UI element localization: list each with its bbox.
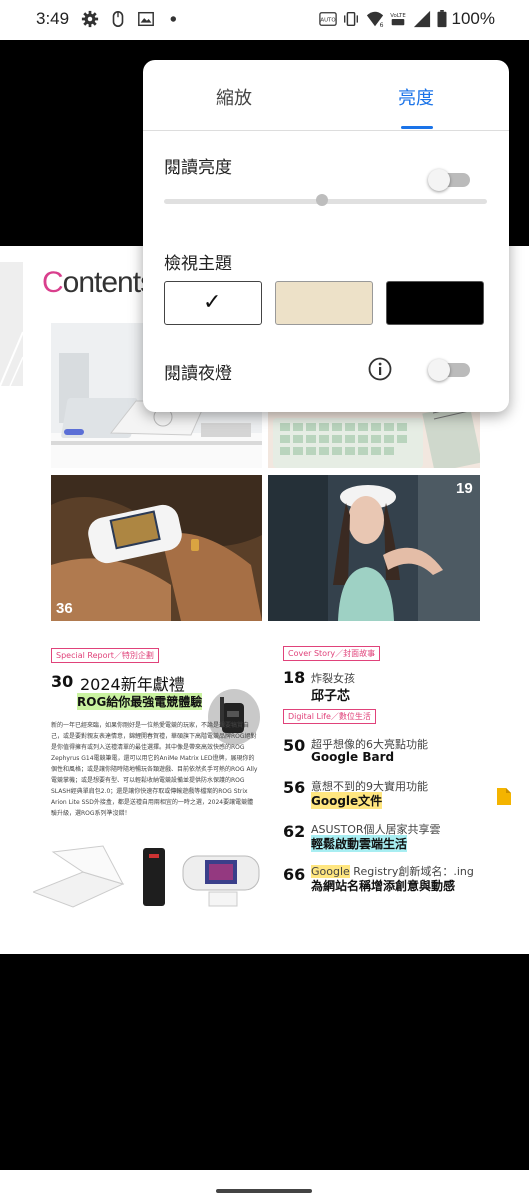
theme-black[interactable] bbox=[386, 281, 484, 325]
toc-number-62: 62 bbox=[283, 822, 306, 841]
gear-icon bbox=[81, 10, 99, 28]
vibrate-icon bbox=[344, 11, 358, 27]
svg-text:6: 6 bbox=[380, 22, 384, 28]
theme-label: 檢視主題 bbox=[164, 254, 232, 274]
cover-title: 邱子芯 bbox=[311, 689, 351, 704]
toc-title-62: 輕鬆啟動雲端生活 bbox=[311, 835, 408, 852]
toc-number-66: 66 bbox=[283, 865, 306, 884]
page-side-graphic bbox=[0, 262, 24, 387]
home-gesture-pill[interactable] bbox=[216, 1189, 312, 1193]
bottom-black-area bbox=[0, 954, 529, 1200]
volte-icon: VoLTE bbox=[390, 13, 406, 26]
gesture-nav-bar bbox=[0, 1170, 529, 1200]
toc-title-66: 為網站名稱增添創意與動感 bbox=[311, 879, 456, 893]
left-article-number: 30 bbox=[51, 672, 74, 691]
contents-title: Contents bbox=[42, 266, 155, 299]
theme-white[interactable]: ✓ bbox=[164, 281, 262, 325]
signal-icon bbox=[413, 10, 431, 28]
left-article-body: 新的一年已經來臨，如果你剛好是一位熱愛電競的玩家，不論是想要犒賞自己，或是要對親… bbox=[51, 722, 258, 817]
document-icon[interactable] bbox=[497, 788, 511, 805]
cover-story-tag: Cover Story／封面故事 bbox=[283, 646, 381, 661]
tab-brightness[interactable]: 亮度 bbox=[398, 84, 434, 110]
night-light-label: 閱讀夜燈 bbox=[164, 364, 232, 384]
svg-text:AUTO: AUTO bbox=[320, 18, 335, 24]
tab-selected-indicator bbox=[401, 126, 433, 129]
dot-icon bbox=[170, 16, 176, 22]
photo-cover-girl: 19 bbox=[268, 475, 480, 621]
tab-divider bbox=[143, 130, 509, 131]
status-bar: 3:49 AUTO 6 VoLTE 100% bbox=[0, 0, 529, 40]
page-badge-36: 36 bbox=[56, 600, 73, 617]
brightness-slider-thumb[interactable] bbox=[316, 194, 329, 206]
left-article-title: 2024新年獻禮 bbox=[80, 675, 185, 694]
toc-number-50: 50 bbox=[283, 736, 306, 755]
toc-title-56: Google文件 bbox=[311, 792, 383, 809]
battery-icon bbox=[437, 10, 447, 28]
products-strip bbox=[31, 842, 263, 912]
wifi-icon: 6 bbox=[366, 11, 384, 28]
theme-sepia[interactable] bbox=[275, 281, 373, 325]
special-report-tag: Special Report／特別企劃 bbox=[51, 648, 159, 663]
mouse-icon bbox=[112, 10, 124, 28]
battery-percent: 100% bbox=[451, 9, 495, 28]
digital-life-tag: Digital Life／數位生活 bbox=[283, 709, 376, 724]
info-icon[interactable] bbox=[368, 357, 392, 381]
auto-brightness-toggle[interactable] bbox=[428, 169, 472, 191]
brightness-label: 閱讀亮度 bbox=[164, 158, 232, 178]
page-badge-19: 19 bbox=[456, 480, 473, 497]
toc-number-56: 56 bbox=[283, 778, 306, 797]
toc-title-50: Google Bard bbox=[311, 750, 395, 764]
photo-rog-ally: 36 bbox=[51, 475, 262, 621]
auto-hd-icon: AUTO bbox=[319, 12, 337, 26]
svg-text:VoLTE: VoLTE bbox=[390, 13, 406, 19]
cover-number: 18 bbox=[283, 668, 306, 687]
image-icon bbox=[138, 11, 154, 27]
status-time: 3:49 bbox=[36, 9, 70, 28]
reader-settings-dialog: 縮放 亮度 閱讀亮度 檢視主題 ✓ 閱讀夜燈 bbox=[143, 60, 509, 412]
night-light-toggle[interactable] bbox=[428, 359, 472, 381]
theme-selected-check-icon: ✓ bbox=[203, 290, 222, 315]
tab-zoom[interactable]: 縮放 bbox=[216, 84, 252, 110]
cover-sub: 炸裂女孩 bbox=[311, 672, 355, 685]
left-article-subtitle: ROG給你最強電競體驗 bbox=[77, 693, 203, 710]
